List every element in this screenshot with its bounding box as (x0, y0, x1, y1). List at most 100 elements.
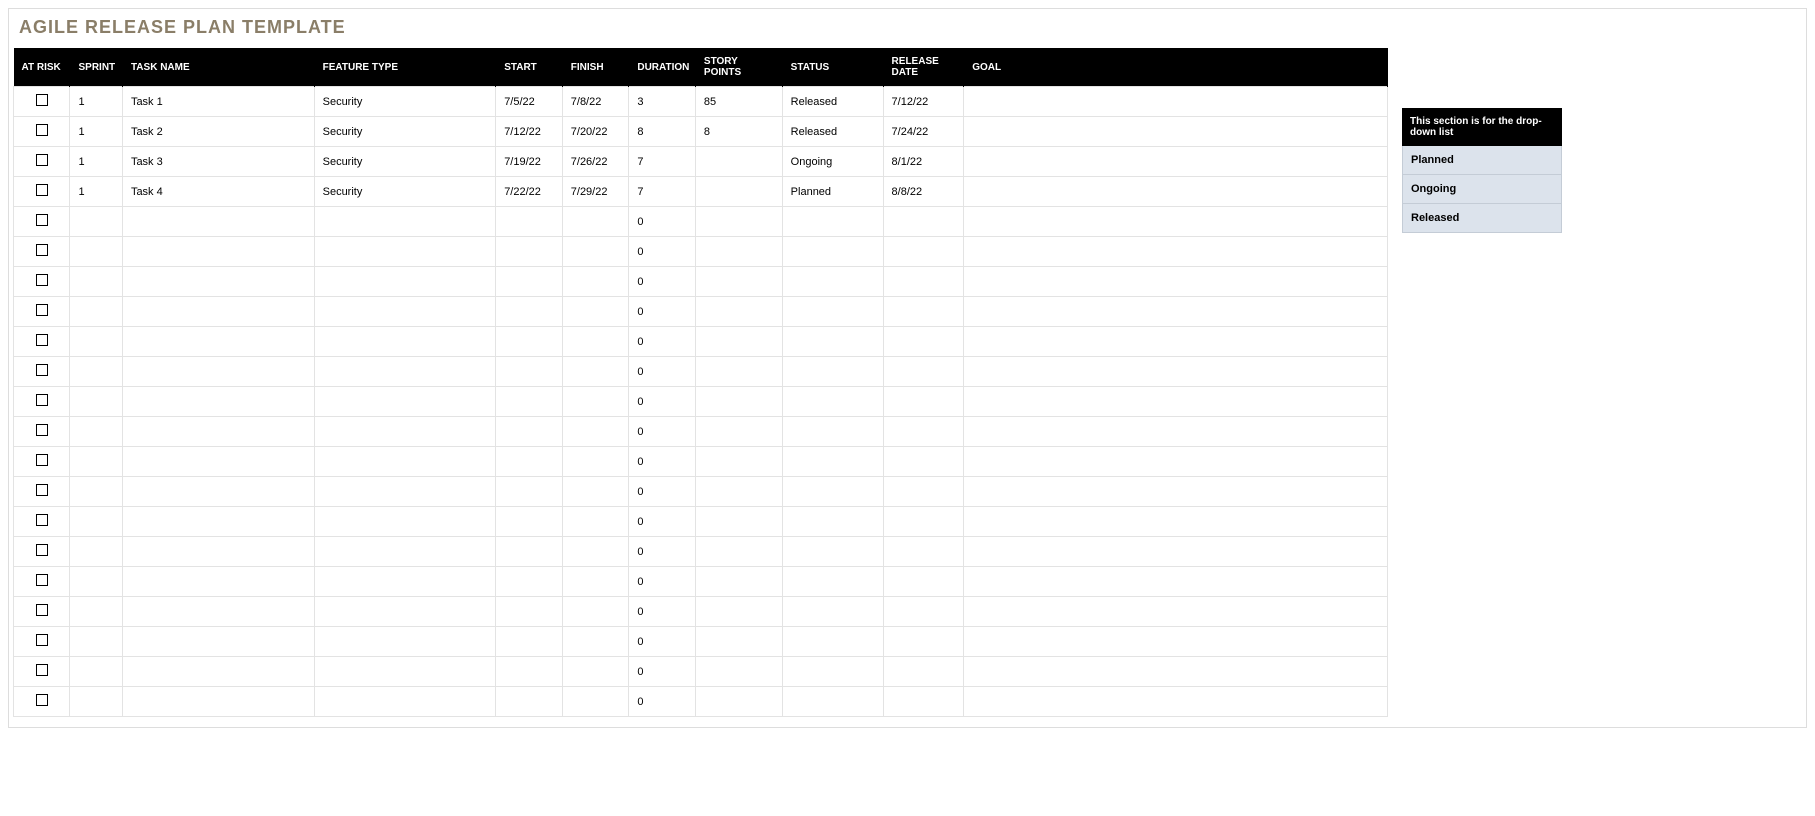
cell-status[interactable] (782, 357, 883, 387)
cell-story-points[interactable] (695, 387, 782, 417)
cell-release-date[interactable] (883, 597, 964, 627)
cell-finish[interactable] (562, 597, 629, 627)
cell-status[interactable] (782, 657, 883, 687)
cell-status[interactable] (782, 687, 883, 717)
cell-task-name[interactable] (122, 237, 314, 267)
cell-release-date[interactable] (883, 327, 964, 357)
cell-status[interactable] (782, 297, 883, 327)
cell-duration[interactable]: 0 (629, 537, 696, 567)
cell-finish[interactable] (562, 477, 629, 507)
cell-status[interactable] (782, 327, 883, 357)
at-risk-checkbox[interactable] (36, 664, 48, 676)
cell-release-date[interactable]: 7/24/22 (883, 117, 964, 147)
cell-task-name[interactable]: Task 3 (122, 147, 314, 177)
cell-goal[interactable] (964, 147, 1388, 177)
cell-status[interactable] (782, 537, 883, 567)
at-risk-checkbox[interactable] (36, 394, 48, 406)
cell-finish[interactable] (562, 327, 629, 357)
cell-start[interactable] (496, 267, 563, 297)
cell-goal[interactable] (964, 117, 1388, 147)
cell-story-points[interactable] (695, 147, 782, 177)
cell-story-points[interactable] (695, 327, 782, 357)
cell-story-points[interactable] (695, 357, 782, 387)
cell-task-name[interactable] (122, 477, 314, 507)
cell-feature-type[interactable] (314, 417, 496, 447)
cell-goal[interactable] (964, 87, 1388, 117)
cell-duration[interactable]: 3 (629, 87, 696, 117)
cell-release-date[interactable] (883, 477, 964, 507)
cell-duration[interactable]: 0 (629, 477, 696, 507)
cell-sprint[interactable] (70, 447, 122, 477)
cell-start[interactable] (496, 417, 563, 447)
at-risk-checkbox[interactable] (36, 454, 48, 466)
cell-sprint[interactable] (70, 627, 122, 657)
cell-task-name[interactable] (122, 327, 314, 357)
cell-release-date[interactable] (883, 627, 964, 657)
cell-start[interactable] (496, 657, 563, 687)
cell-release-date[interactable]: 8/1/22 (883, 147, 964, 177)
cell-status[interactable] (782, 417, 883, 447)
cell-sprint[interactable] (70, 597, 122, 627)
cell-start[interactable]: 7/12/22 (496, 117, 563, 147)
cell-task-name[interactable] (122, 687, 314, 717)
cell-status[interactable] (782, 237, 883, 267)
cell-goal[interactable] (964, 297, 1388, 327)
cell-story-points[interactable] (695, 207, 782, 237)
cell-goal[interactable] (964, 597, 1388, 627)
cell-goal[interactable] (964, 177, 1388, 207)
cell-goal[interactable] (964, 267, 1388, 297)
cell-story-points[interactable] (695, 297, 782, 327)
cell-release-date[interactable] (883, 687, 964, 717)
cell-feature-type[interactable] (314, 687, 496, 717)
cell-feature-type[interactable] (314, 597, 496, 627)
cell-status[interactable] (782, 387, 883, 417)
cell-task-name[interactable]: Task 1 (122, 87, 314, 117)
cell-feature-type[interactable] (314, 327, 496, 357)
cell-task-name[interactable] (122, 447, 314, 477)
cell-story-points[interactable] (695, 177, 782, 207)
cell-start[interactable] (496, 357, 563, 387)
cell-sprint[interactable]: 1 (70, 87, 122, 117)
cell-finish[interactable] (562, 297, 629, 327)
cell-feature-type[interactable]: Security (314, 87, 496, 117)
cell-duration[interactable]: 7 (629, 147, 696, 177)
at-risk-checkbox[interactable] (36, 214, 48, 226)
cell-goal[interactable] (964, 207, 1388, 237)
cell-story-points[interactable] (695, 267, 782, 297)
at-risk-checkbox[interactable] (36, 604, 48, 616)
cell-sprint[interactable] (70, 417, 122, 447)
cell-story-points[interactable] (695, 237, 782, 267)
cell-sprint[interactable]: 1 (70, 177, 122, 207)
cell-story-points[interactable]: 85 (695, 87, 782, 117)
at-risk-checkbox[interactable] (36, 124, 48, 136)
cell-finish[interactable] (562, 537, 629, 567)
cell-task-name[interactable] (122, 507, 314, 537)
at-risk-checkbox[interactable] (36, 514, 48, 526)
cell-story-points[interactable] (695, 627, 782, 657)
at-risk-checkbox[interactable] (36, 244, 48, 256)
cell-duration[interactable]: 0 (629, 387, 696, 417)
cell-feature-type[interactable] (314, 627, 496, 657)
cell-finish[interactable] (562, 657, 629, 687)
cell-goal[interactable] (964, 507, 1388, 537)
at-risk-checkbox[interactable] (36, 424, 48, 436)
cell-task-name[interactable]: Task 4 (122, 177, 314, 207)
at-risk-checkbox[interactable] (36, 694, 48, 706)
cell-feature-type[interactable] (314, 507, 496, 537)
cell-start[interactable] (496, 207, 563, 237)
cell-sprint[interactable] (70, 567, 122, 597)
cell-start[interactable] (496, 537, 563, 567)
cell-feature-type[interactable] (314, 567, 496, 597)
cell-start[interactable] (496, 297, 563, 327)
cell-story-points[interactable] (695, 687, 782, 717)
cell-release-date[interactable] (883, 417, 964, 447)
cell-goal[interactable] (964, 567, 1388, 597)
cell-finish[interactable]: 7/29/22 (562, 177, 629, 207)
cell-story-points[interactable] (695, 477, 782, 507)
cell-task-name[interactable] (122, 567, 314, 597)
cell-duration[interactable]: 0 (629, 417, 696, 447)
at-risk-checkbox[interactable] (36, 94, 48, 106)
cell-task-name[interactable] (122, 627, 314, 657)
cell-finish[interactable] (562, 627, 629, 657)
cell-sprint[interactable] (70, 267, 122, 297)
